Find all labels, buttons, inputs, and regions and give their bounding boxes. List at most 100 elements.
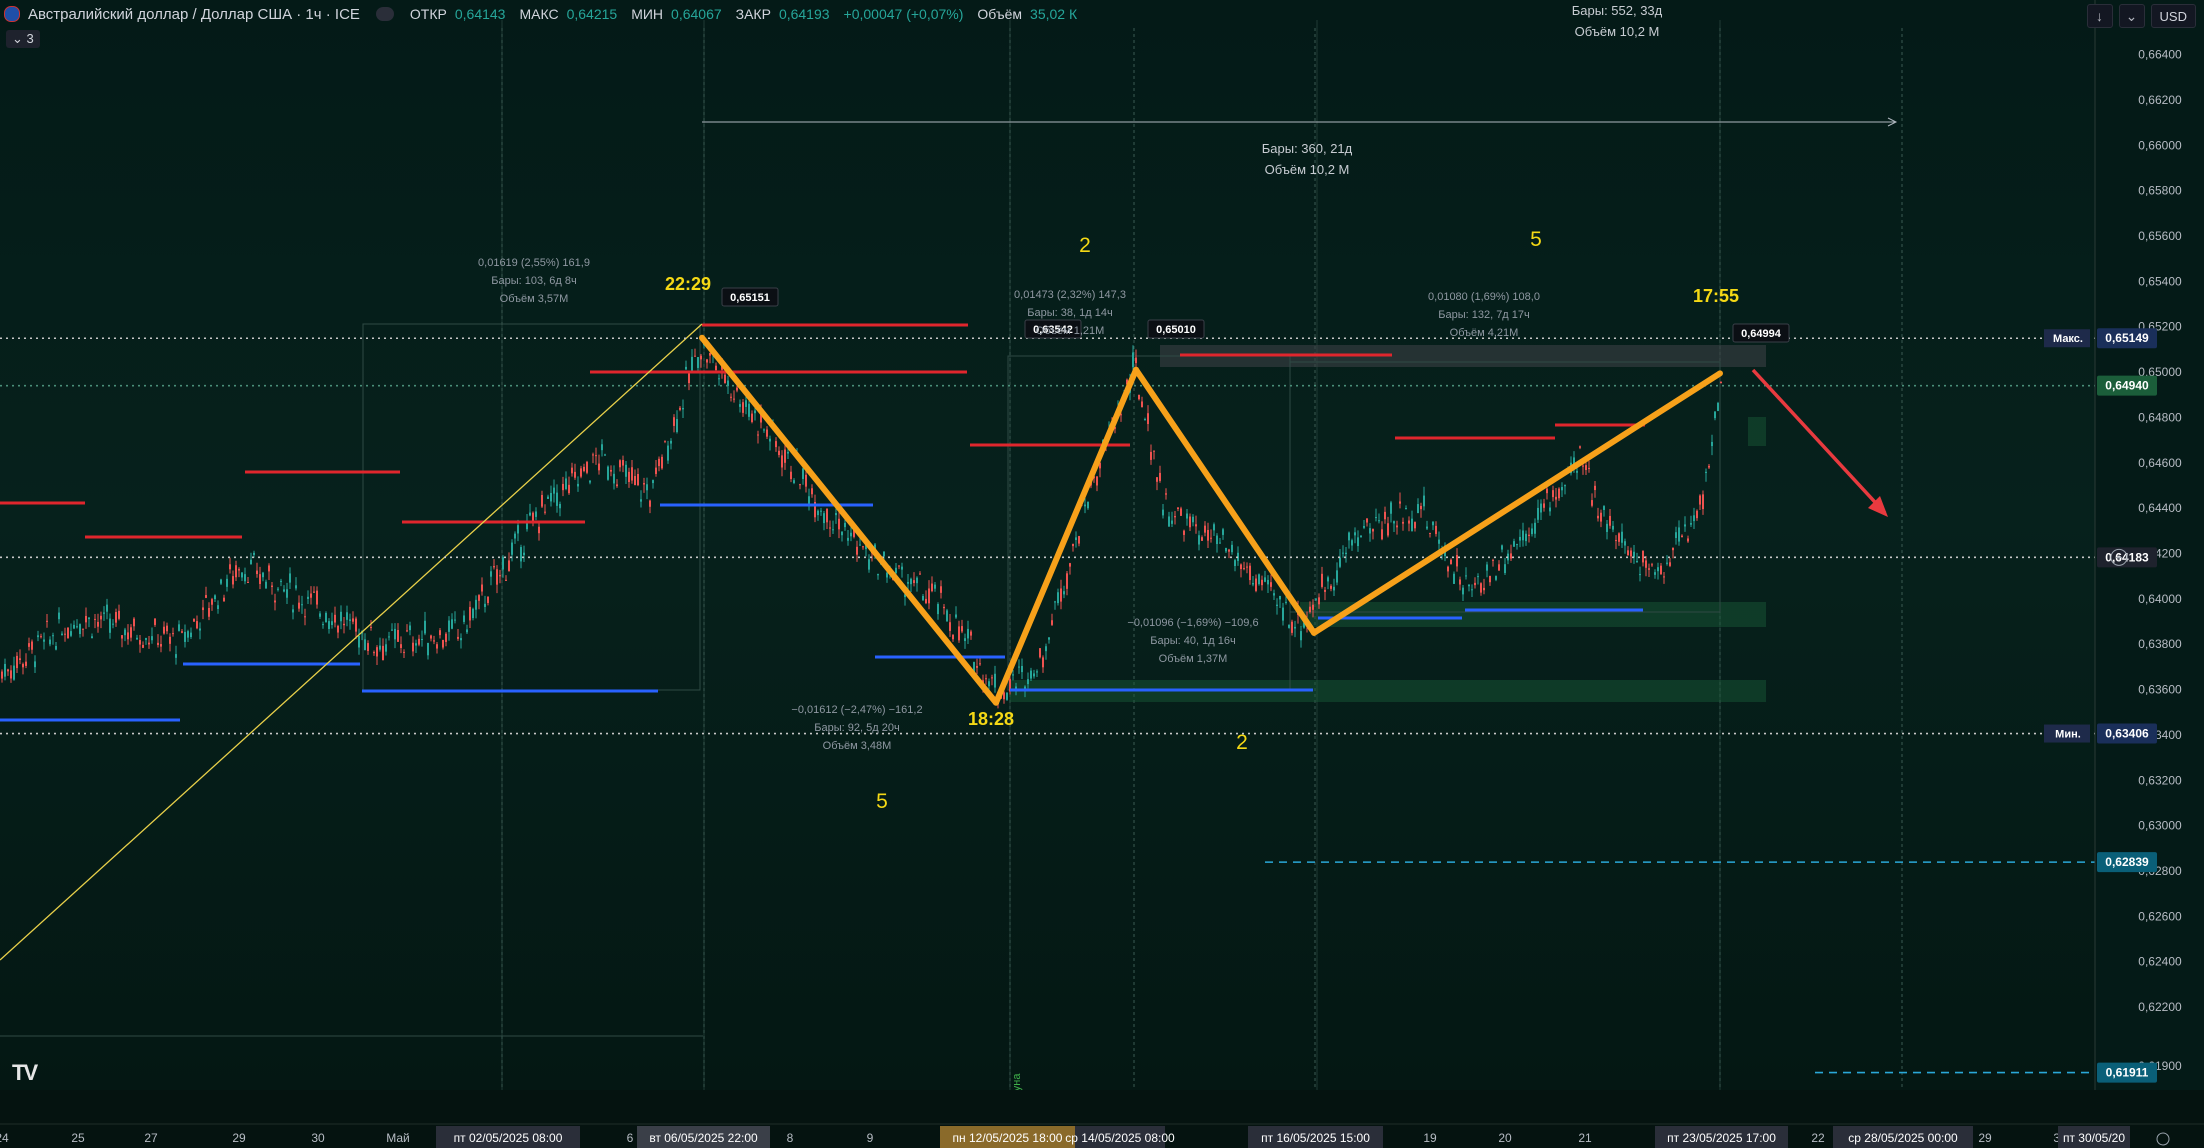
candle-body: [1657, 567, 1659, 572]
candle-body: [403, 651, 405, 653]
candle-body: [1519, 536, 1521, 541]
candle-body: [1690, 523, 1692, 525]
measure-text: −0,01612 (−2,47%) −161,2: [791, 704, 922, 716]
candle-body: [946, 610, 948, 622]
candle-body: [1510, 553, 1512, 559]
candle-body: [1279, 595, 1281, 600]
candle-body: [739, 404, 741, 407]
candle-body: [1462, 587, 1464, 595]
candle-body: [40, 636, 42, 638]
candle-body: [211, 599, 213, 605]
symbol-title[interactable]: Австралийский доллар / Доллар США · 1ч ·…: [28, 6, 360, 23]
candle-body: [1663, 576, 1665, 578]
chevron-down-icon[interactable]: ⌄: [2118, 4, 2145, 28]
x-tick-label: 30: [311, 1131, 325, 1145]
y-tick-label: 0,65400: [2138, 274, 2182, 288]
price-chart[interactable]: 0,651510,63542 0,65010 0,6499422:2918:2817…: [0, 0, 2204, 1148]
candle-body: [16, 655, 18, 669]
price-badge-label: Мин.: [2055, 729, 2081, 741]
wave-point: [1311, 629, 1317, 636]
candle-body: [1420, 505, 1422, 510]
candle-body: [856, 546, 858, 555]
candle-body: [1456, 555, 1458, 567]
candle-body: [1150, 451, 1152, 460]
candle-body: [517, 525, 519, 534]
candle-body: [1687, 538, 1689, 542]
arrow-down-icon[interactable]: ↓: [2086, 4, 2113, 28]
wave-point: [699, 334, 705, 341]
candle-body: [136, 637, 138, 640]
price-badge-value: 0,61911: [2106, 1066, 2149, 1080]
candle-body: [955, 614, 957, 618]
candle-body: [859, 544, 861, 546]
eye-icon[interactable]: [375, 7, 394, 21]
candle-body: [1180, 508, 1182, 516]
candle-body: [820, 510, 822, 512]
candle-body: [478, 595, 480, 601]
candle-body: [151, 636, 153, 641]
candle-body: [256, 570, 258, 575]
candle-body: [496, 569, 498, 585]
candle-body: [1195, 524, 1197, 527]
candle-body: [475, 599, 477, 610]
candle-body: [322, 624, 324, 626]
candle-body: [1054, 601, 1056, 603]
candle-body: [580, 468, 582, 477]
candle-body: [547, 496, 549, 499]
candle-body: [994, 673, 996, 688]
y-tick-label: 0,65800: [2138, 184, 2182, 198]
currency-button[interactable]: USD: [2150, 4, 2196, 28]
wave-zigzag: [699, 335, 1722, 706]
candle-body: [769, 438, 771, 442]
candle-body: [1378, 520, 1380, 522]
candle-body: [583, 466, 585, 471]
candle-body: [790, 471, 792, 479]
candle-body: [556, 492, 558, 506]
candle-body: [610, 469, 612, 472]
indicator-toggle[interactable]: ⌄ 3: [6, 30, 40, 48]
candle-body: [340, 611, 342, 622]
x-tick-label: 21: [1578, 1131, 1592, 1145]
open-value: 0,64143: [454, 6, 506, 22]
candle-body: [235, 565, 237, 578]
candle-body: [1618, 533, 1620, 542]
candle-body: [685, 366, 687, 370]
candle-body: [1222, 529, 1224, 535]
close-value: 0,64193: [778, 6, 830, 22]
chart-root[interactable]: 0,65151 0,63542 0,65010 0,64994 22:29 18:28 17…: [0, 0, 2204, 1148]
x-highlight-label: ср 14/05/2025 08:00: [1065, 1131, 1175, 1145]
candle-body: [1711, 441, 1713, 447]
candle-body: [895, 567, 897, 574]
candle-body: [1132, 352, 1134, 368]
candle-body: [49, 639, 51, 645]
candle-body: [706, 359, 708, 363]
candle-body: [31, 641, 33, 650]
x-highlight-label: пн 12/05/2025 18:00: [953, 1131, 1063, 1145]
candle-body: [163, 626, 165, 634]
candle-body: [295, 585, 297, 589]
time-label: 22:29: [665, 274, 711, 294]
candle-body: [1174, 516, 1176, 518]
candle-body: [1198, 535, 1200, 545]
candle-body: [205, 595, 207, 598]
candle-body: [664, 440, 666, 442]
candle-body: [4, 663, 6, 677]
candle-body: [1651, 564, 1653, 566]
measure-text: Бары: 92, 5д 20ч: [814, 722, 899, 734]
candle-body: [1243, 568, 1245, 570]
candle-body: [511, 542, 513, 555]
candle-body: [1480, 583, 1482, 593]
candle-body: [1654, 572, 1656, 575]
candle-body: [379, 645, 381, 650]
candle-body: [1600, 512, 1602, 522]
candle-body: [577, 483, 579, 487]
candle-body: [1351, 540, 1353, 546]
candle-body: [223, 597, 225, 602]
candle-body: [1315, 598, 1317, 600]
candle-body: [967, 628, 969, 639]
candle-body: [883, 551, 885, 557]
candle-body: [793, 480, 795, 484]
candle-body: [1438, 539, 1440, 544]
candle-body: [829, 527, 831, 529]
price-badge-label: Макс.: [2053, 333, 2083, 345]
